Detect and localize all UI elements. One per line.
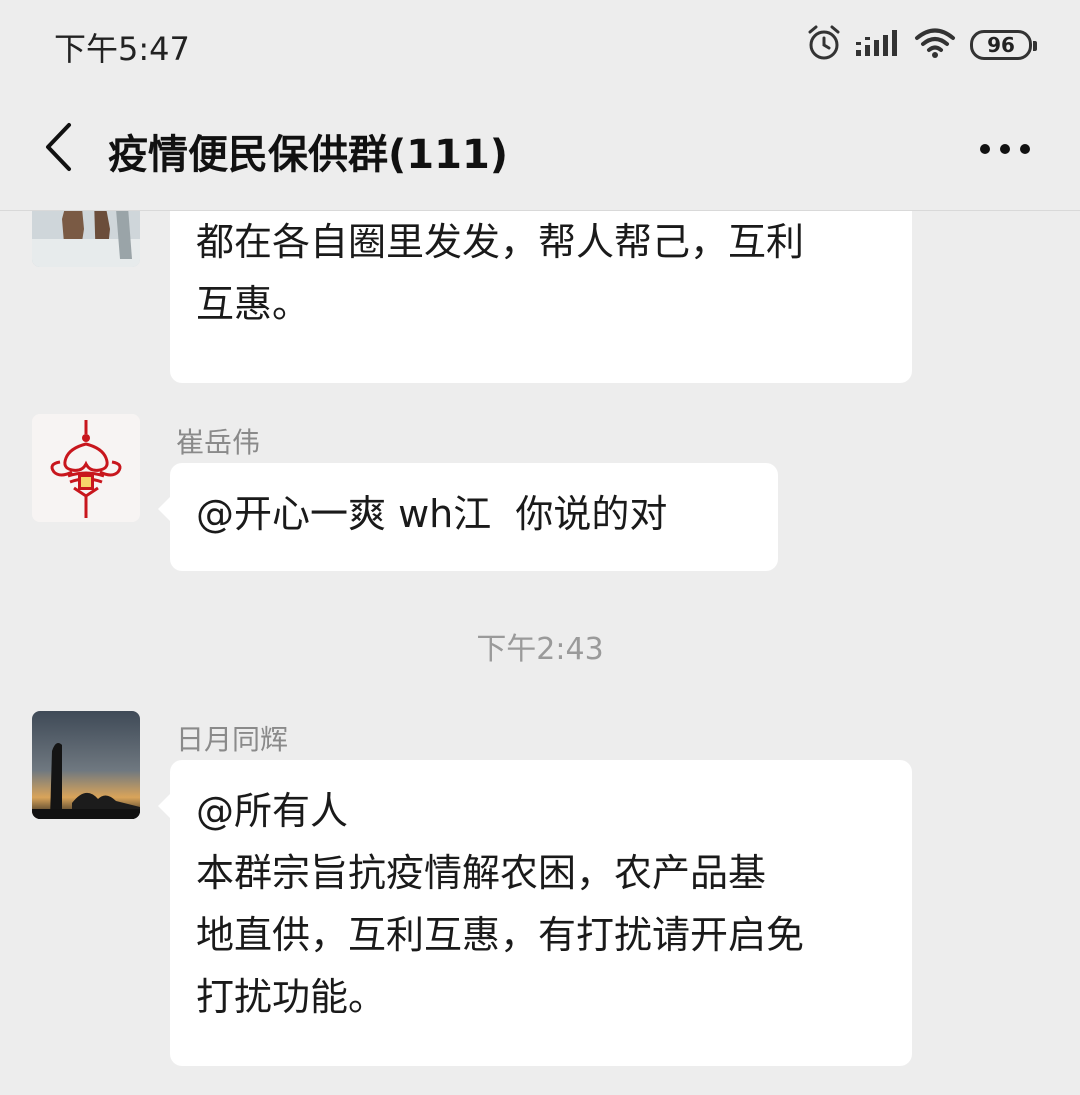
message-bubble[interactable]: @开心一爽 wh江 你说的对	[158, 463, 778, 571]
sender-name: 崔岳伟	[176, 426, 261, 459]
battery-level: 96	[987, 33, 1015, 57]
status-time: 下午5:47	[54, 30, 190, 68]
more-button[interactable]	[970, 122, 1040, 176]
wifi-icon	[914, 27, 956, 63]
avatar[interactable]	[32, 211, 140, 267]
battery-icon: 96	[970, 30, 1037, 60]
sender-name: 日月同辉	[176, 723, 289, 756]
status-icons: 96	[806, 24, 1037, 66]
back-button[interactable]	[28, 116, 88, 182]
message-list[interactable]: 都在各自圈里发发，帮人帮己，互利 互惠。 崔岳伟 @开心一爽 wh江 你说的对 …	[0, 211, 1080, 1095]
alarm-icon	[806, 24, 842, 66]
signal-icon	[856, 28, 900, 62]
avatar[interactable]	[32, 711, 140, 819]
status-bar: 下午5:47 96	[0, 0, 1080, 92]
chevron-left-icon	[41, 121, 75, 177]
message-bubble[interactable]: 都在各自圈里发发，帮人帮己，互利 互惠。	[170, 211, 912, 383]
more-icon	[979, 140, 1031, 159]
time-divider: 下午2:43	[476, 632, 604, 667]
chinese-knot-icon	[32, 414, 140, 522]
message-bubble[interactable]: @所有人 本群宗旨抗疫情解农困，农产品基 地直供，互利互惠，有打扰请开启免 打扰…	[158, 760, 912, 1066]
avatar[interactable]	[32, 414, 140, 522]
title-bar: 疫情便民保供群(111)	[0, 92, 1080, 211]
chat-screen: 下午5:47 96 疫情便民保供群(111) 都在各自圈里发发，帮人帮己，互利 …	[0, 0, 1080, 1095]
chat-title: 疫情便民保供群(111)	[108, 132, 509, 178]
